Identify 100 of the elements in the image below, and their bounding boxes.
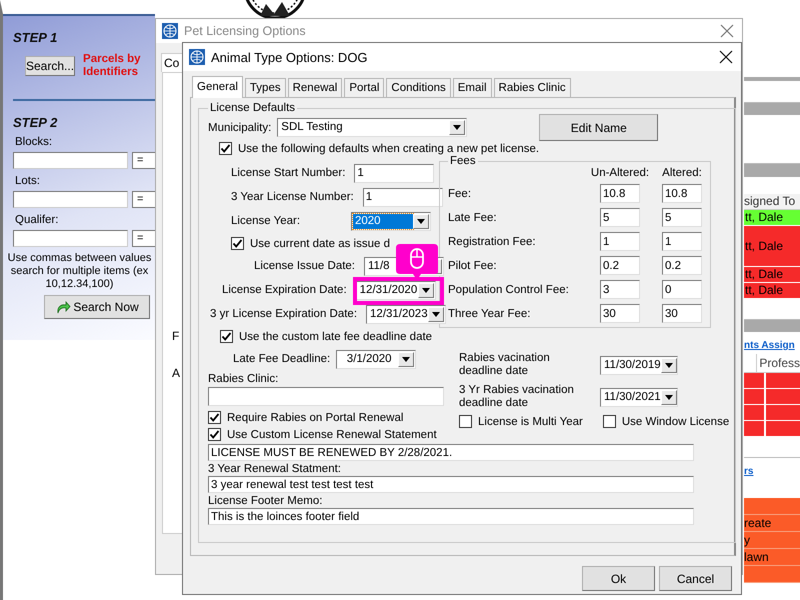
field-label: Rabies vacination deadline date xyxy=(459,352,551,378)
tab[interactable]: Rabies Clinic xyxy=(494,78,571,97)
field-label: Municipality: xyxy=(208,122,272,134)
checkbox[interactable] xyxy=(219,142,232,155)
dropdown-field[interactable]: 11/30/2019 xyxy=(600,356,678,374)
task-cell: reate xyxy=(744,515,800,532)
field-label: License Issue Date: xyxy=(254,260,356,272)
dropdown-field[interactable]: SDL Testing xyxy=(277,118,468,137)
tab[interactable]: Email xyxy=(452,78,492,97)
column-header: signed To xyxy=(744,194,800,210)
fee-field[interactable]: 30 xyxy=(600,304,640,323)
operator-dropdown[interactable]: = xyxy=(132,191,155,208)
assignee-cell: tt, Dale xyxy=(744,210,800,226)
field-label: License Start Number: xyxy=(231,167,346,179)
caret-icon[interactable] xyxy=(417,218,425,224)
checkbox[interactable] xyxy=(459,415,472,428)
fee-field[interactable]: 3 xyxy=(600,280,640,299)
field-label: 3 Yr Rabies vacination deadline date xyxy=(459,384,575,410)
tab[interactable]: General xyxy=(192,76,243,98)
dropdown-field[interactable]: 11/30/2021 xyxy=(600,388,678,406)
checkbox[interactable] xyxy=(231,237,244,250)
field-label: Lots: xyxy=(15,175,40,187)
help-text: Use commas between values xyxy=(8,252,152,265)
globe-icon xyxy=(189,49,205,65)
close-icon[interactable] xyxy=(719,50,733,64)
text-field[interactable] xyxy=(208,387,444,406)
text-field[interactable]: 1 xyxy=(362,188,443,206)
fee-field[interactable]: 10.8 xyxy=(600,184,640,203)
text-field[interactable]: 1 xyxy=(354,164,434,182)
tab[interactable]: Conditions xyxy=(386,78,451,97)
field-label: License Expiration Date: xyxy=(222,284,347,296)
field-label: Late Fee Deadline: xyxy=(233,353,330,365)
field-label: F xyxy=(172,329,180,343)
text-field[interactable] xyxy=(13,191,128,208)
tab[interactable]: Portal xyxy=(344,78,384,97)
fee-field[interactable]: 0.2 xyxy=(600,256,640,275)
status-cell xyxy=(766,389,800,404)
fee-field[interactable]: 1 xyxy=(662,232,702,251)
task-cell xyxy=(744,498,800,515)
search-mode-label: Parcels by Identifiers xyxy=(83,53,142,79)
fee-field[interactable]: 0 xyxy=(662,280,702,299)
dropdown-field[interactable]: 12/31/2020 xyxy=(356,280,436,300)
text-field[interactable] xyxy=(13,152,128,169)
field-label: 3 yr License Expiration Date: xyxy=(210,308,358,320)
operator-dropdown[interactable]: = xyxy=(132,230,155,247)
redo-arrow-icon xyxy=(55,299,72,315)
checkbox-label: Require Rabies on Portal Renewal xyxy=(227,412,404,424)
dialog-button[interactable]: Cancel xyxy=(659,566,732,591)
section-link[interactable]: nts Assign xyxy=(744,338,795,354)
dialog-button[interactable]: Ok xyxy=(582,566,655,591)
step-heading: STEP 2 xyxy=(13,115,58,130)
checkbox[interactable] xyxy=(208,428,221,441)
assignee-cell: tt, Dale xyxy=(744,267,800,283)
column-header: Un-Altered: xyxy=(590,167,650,179)
fee-field[interactable]: 1 xyxy=(600,232,640,251)
field-label: Blocks: xyxy=(15,136,52,148)
checkbox-label: Use current date as issue d xyxy=(250,238,390,250)
caret-icon[interactable] xyxy=(664,362,673,368)
status-cell xyxy=(766,373,800,388)
dropdown-field[interactable]: 12/31/2023 xyxy=(366,304,446,324)
fee-label: Fee: xyxy=(448,188,472,200)
fee-label: Population Control Fee: xyxy=(448,284,570,296)
fee-field[interactable]: 0.2 xyxy=(662,256,702,275)
group-title: License Defaults xyxy=(209,102,296,114)
search-now-button[interactable]: Search Now xyxy=(44,295,150,319)
checkbox[interactable] xyxy=(220,330,233,343)
fee-field[interactable]: 30 xyxy=(662,304,702,323)
section-link[interactable]: rs xyxy=(744,464,754,480)
caret-icon[interactable] xyxy=(664,394,673,400)
fee-label: Registration Fee: xyxy=(448,236,537,248)
checkbox[interactable] xyxy=(602,415,616,428)
search-button[interactable]: Search... xyxy=(25,56,76,76)
caret-icon[interactable] xyxy=(422,288,430,292)
operator-dropdown[interactable]: = xyxy=(132,152,155,169)
caret-icon[interactable] xyxy=(432,312,440,316)
field-label: 3 Year Renewal Statment: xyxy=(208,463,341,475)
dropdown-field[interactable]: 3/1/2020 xyxy=(336,350,416,368)
fee-field[interactable]: 5 xyxy=(662,208,702,227)
dropdown-field[interactable]: 2020 xyxy=(351,212,431,230)
status-cell xyxy=(766,405,800,420)
tab[interactable]: Types xyxy=(244,78,286,97)
assignee-cell: tt, Dale xyxy=(744,283,800,299)
fee-label: Three Year Fee: xyxy=(448,308,532,320)
fee-label: Late Fee: xyxy=(448,212,498,224)
tab[interactable]: Renewal xyxy=(288,78,342,97)
statement-field[interactable]: 3 year renewal test test test test xyxy=(208,476,694,493)
field-label: Rabies Clinic: xyxy=(208,373,278,385)
edit-name-button[interactable]: Edit Name xyxy=(539,114,658,141)
fee-field[interactable]: 10.8 xyxy=(662,184,702,203)
field-label: 3 Year License Number: xyxy=(231,191,354,203)
text-field[interactable] xyxy=(13,230,128,247)
checkbox[interactable] xyxy=(208,411,221,424)
window-title: Pet Licensing Options xyxy=(184,24,307,38)
caret-icon[interactable] xyxy=(453,125,462,130)
globe-icon xyxy=(162,23,178,39)
statement-field[interactable]: LICENSE MUST BE RENEWED BY 2/28/2021. xyxy=(208,444,694,461)
caret-icon[interactable] xyxy=(402,356,410,362)
memo-field[interactable]: This is the loinces footer field xyxy=(208,508,694,525)
fee-field[interactable]: 5 xyxy=(600,208,640,227)
checkbox-label: Use Window License xyxy=(622,416,730,428)
